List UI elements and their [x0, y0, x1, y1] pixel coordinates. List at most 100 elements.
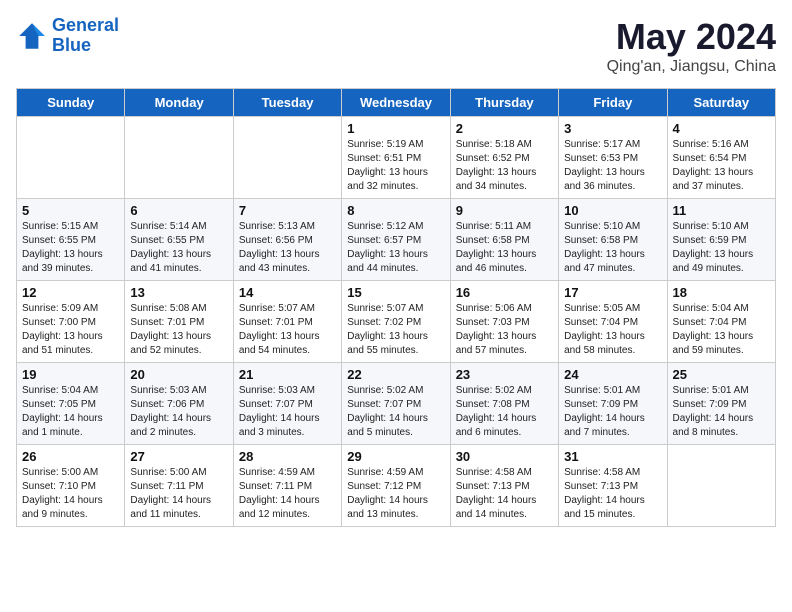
day-info: Sunrise: 5:00 AM Sunset: 7:10 PM Dayligh… [22, 466, 119, 522]
day-info: Sunrise: 5:17 AM Sunset: 6:53 PM Dayligh… [564, 138, 661, 194]
subtitle: Qing'an, Jiangsu, China [607, 58, 776, 76]
day-number: 12 [22, 285, 119, 300]
day-number: 30 [456, 449, 553, 464]
calendar-day-cell: 9Sunrise: 5:11 AM Sunset: 6:58 PM Daylig… [450, 199, 558, 281]
day-of-week-header: Saturday [667, 89, 775, 117]
calendar-day-cell: 13 Sunrise: 5:08 AM Sunset: 7:01 PM Dayli… [125, 281, 233, 363]
day-number: 17 [564, 285, 661, 300]
day-number: 24 [564, 367, 661, 382]
calendar-day-cell: 10 Sunrise: 5:10 AM Sunset: 6:58 PM Dayli… [559, 199, 667, 281]
day-info: Sunrise: 5:12 AM Sunset: 6:57 PM Dayligh… [347, 220, 444, 276]
day-number: 18 [673, 285, 770, 300]
day-number: 6 [130, 203, 227, 218]
day-info: Sunrise: 5:01 AM Sunset: 7:09 PM Dayligh… [564, 384, 661, 440]
calendar-day-cell: 26 Sunrise: 5:00 AM Sunset: 7:10 PM Dayli… [17, 445, 125, 527]
calendar-day-cell: 7 Sunrise: 5:13 AM Sunset: 6:56 PM Daylig… [233, 199, 341, 281]
day-info: Sunrise: 5:02 AM Sunset: 7:07 PM Dayligh… [347, 384, 444, 440]
calendar-day-cell [233, 117, 341, 199]
day-info: Sunrise: 5:13 AM Sunset: 6:56 PM Dayligh… [239, 220, 336, 276]
day-number: 7 [239, 203, 336, 218]
day-info: Sunrise: 5:19 AM Sunset: 6:51 PM Dayligh… [347, 138, 444, 194]
calendar-day-cell: 23 Sunrise: 5:02 AM Sunset: 7:08 PM Dayli… [450, 363, 558, 445]
logo: General Blue [16, 16, 119, 56]
calendar-day-cell: 8 Sunrise: 5:12 AM Sunset: 6:57 PM Daylig… [342, 199, 450, 281]
calendar-day-cell: 2 Sunrise: 5:18 AM Sunset: 6:52 PM Daylig… [450, 117, 558, 199]
day-info: Sunrise: 5:15 AM Sunset: 6:55 PM Dayligh… [22, 220, 119, 276]
calendar-day-cell: 24 Sunrise: 5:01 AM Sunset: 7:09 PM Dayli… [559, 363, 667, 445]
calendar-day-cell: 29 Sunrise: 4:59 AM Sunset: 7:12 PM Dayli… [342, 445, 450, 527]
day-number: 2 [456, 121, 553, 136]
calendar-header: SundayMondayTuesdayWednesdayThursdayFrid… [17, 89, 776, 117]
calendar-week-row: 5 Sunrise: 5:15 AM Sunset: 6:55 PM Daylig… [17, 199, 776, 281]
day-number: 29 [347, 449, 444, 464]
title-block: May 2024 Qing'an, Jiangsu, China [607, 16, 776, 76]
calendar-day-cell: 21Sunrise: 5:03 AM Sunset: 7:07 PM Dayli… [233, 363, 341, 445]
calendar-body: 1 Sunrise: 5:19 AM Sunset: 6:51 PM Daylig… [17, 117, 776, 527]
day-info: Sunrise: 4:58 AM Sunset: 7:13 PM Dayligh… [564, 466, 661, 522]
calendar-day-cell: 3 Sunrise: 5:17 AM Sunset: 6:53 PM Daylig… [559, 117, 667, 199]
day-info: Sunrise: 5:04 AM Sunset: 7:04 PM Dayligh… [673, 302, 770, 358]
calendar-day-cell: 5 Sunrise: 5:15 AM Sunset: 6:55 PM Daylig… [17, 199, 125, 281]
calendar-day-cell: 19 Sunrise: 5:04 AM Sunset: 7:05 PM Dayli… [17, 363, 125, 445]
calendar-day-cell [667, 445, 775, 527]
day-info: Sunrise: 5:00 AM Sunset: 7:11 PM Dayligh… [130, 466, 227, 522]
day-info: Sunrise: 5:01 AM Sunset: 7:09 PM Dayligh… [673, 384, 770, 440]
day-of-week-header: Monday [125, 89, 233, 117]
day-info: Sunrise: 5:06 AM Sunset: 7:03 PM Dayligh… [456, 302, 553, 358]
day-number: 16 [456, 285, 553, 300]
day-info: Sunrise: 5:09 AM Sunset: 7:00 PM Dayligh… [22, 302, 119, 358]
page-header: General Blue May 2024 Qing'an, Jiangsu, … [16, 16, 776, 76]
logo-text: General Blue [52, 16, 119, 56]
day-info: Sunrise: 5:10 AM Sunset: 6:59 PM Dayligh… [673, 220, 770, 276]
calendar-day-cell: 6 Sunrise: 5:14 AM Sunset: 6:55 PM Daylig… [125, 199, 233, 281]
day-number: 11 [673, 203, 770, 218]
calendar-day-cell: 17Sunrise: 5:05 AM Sunset: 7:04 PM Dayli… [559, 281, 667, 363]
calendar-day-cell: 1 Sunrise: 5:19 AM Sunset: 6:51 PM Daylig… [342, 117, 450, 199]
day-number: 13 [130, 285, 227, 300]
day-number: 31 [564, 449, 661, 464]
calendar-day-cell: 27Sunrise: 5:00 AM Sunset: 7:11 PM Dayli… [125, 445, 233, 527]
day-info: Sunrise: 5:07 AM Sunset: 7:01 PM Dayligh… [239, 302, 336, 358]
day-number: 1 [347, 121, 444, 136]
day-number: 3 [564, 121, 661, 136]
day-of-week-header: Sunday [17, 89, 125, 117]
day-info: Sunrise: 5:18 AM Sunset: 6:52 PM Dayligh… [456, 138, 553, 194]
calendar-day-cell: 28Sunrise: 4:59 AM Sunset: 7:11 PM Dayli… [233, 445, 341, 527]
day-number: 26 [22, 449, 119, 464]
day-info: Sunrise: 4:59 AM Sunset: 7:12 PM Dayligh… [347, 466, 444, 522]
calendar-header-row: SundayMondayTuesdayWednesdayThursdayFrid… [17, 89, 776, 117]
day-number: 28 [239, 449, 336, 464]
calendar-week-row: 26 Sunrise: 5:00 AM Sunset: 7:10 PM Dayli… [17, 445, 776, 527]
day-number: 20 [130, 367, 227, 382]
day-info: Sunrise: 5:03 AM Sunset: 7:07 PM Dayligh… [239, 384, 336, 440]
day-of-week-header: Friday [559, 89, 667, 117]
calendar-day-cell: 12 Sunrise: 5:09 AM Sunset: 7:00 PM Dayli… [17, 281, 125, 363]
calendar-day-cell: 14Sunrise: 5:07 AM Sunset: 7:01 PM Dayli… [233, 281, 341, 363]
calendar-day-cell: 30 Sunrise: 4:58 AM Sunset: 7:13 PM Dayli… [450, 445, 558, 527]
day-info: Sunrise: 5:07 AM Sunset: 7:02 PM Dayligh… [347, 302, 444, 358]
calendar-day-cell: 18 Sunrise: 5:04 AM Sunset: 7:04 PM Dayli… [667, 281, 775, 363]
day-number: 5 [22, 203, 119, 218]
day-info: Sunrise: 5:03 AM Sunset: 7:06 PM Dayligh… [130, 384, 227, 440]
day-info: Sunrise: 5:14 AM Sunset: 6:55 PM Dayligh… [130, 220, 227, 276]
calendar-week-row: 19 Sunrise: 5:04 AM Sunset: 7:05 PM Dayli… [17, 363, 776, 445]
logo-line1: General [52, 15, 119, 35]
calendar-table: SundayMondayTuesdayWednesdayThursdayFrid… [16, 88, 776, 527]
day-info: Sunrise: 4:58 AM Sunset: 7:13 PM Dayligh… [456, 466, 553, 522]
day-info: Sunrise: 5:08 AM Sunset: 7:01 PM Dayligh… [130, 302, 227, 358]
day-info: Sunrise: 5:02 AM Sunset: 7:08 PM Dayligh… [456, 384, 553, 440]
calendar-day-cell: 15 Sunrise: 5:07 AM Sunset: 7:02 PM Dayli… [342, 281, 450, 363]
day-number: 8 [347, 203, 444, 218]
day-number: 4 [673, 121, 770, 136]
calendar-day-cell [17, 117, 125, 199]
calendar-week-row: 12 Sunrise: 5:09 AM Sunset: 7:00 PM Dayli… [17, 281, 776, 363]
day-info: Sunrise: 5:10 AM Sunset: 6:58 PM Dayligh… [564, 220, 661, 276]
calendar-day-cell: 16 Sunrise: 5:06 AM Sunset: 7:03 PM Dayli… [450, 281, 558, 363]
logo-icon [16, 20, 48, 52]
day-number: 23 [456, 367, 553, 382]
day-number: 15 [347, 285, 444, 300]
day-number: 19 [22, 367, 119, 382]
day-info: Sunrise: 5:04 AM Sunset: 7:05 PM Dayligh… [22, 384, 119, 440]
day-number: 10 [564, 203, 661, 218]
day-of-week-header: Wednesday [342, 89, 450, 117]
